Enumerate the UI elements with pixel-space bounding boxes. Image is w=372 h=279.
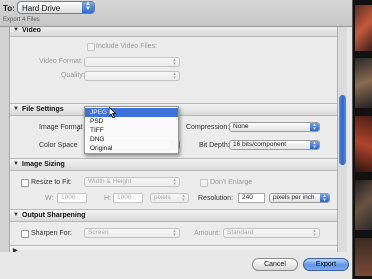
bit-depth-value: 16 bits/component [233,141,287,148]
resolution-field[interactable]: 240 [238,193,265,203]
bit-depth-select[interactable]: 16 bits/component ▴ ▾ [229,140,320,150]
include-video-label: Include Video Files: [96,43,157,50]
amount-select[interactable]: Standard ▴ ▾ [223,228,320,238]
color-space-label: Color Space [39,142,78,149]
bit-depth-label: Bit Depth: [199,142,230,149]
menu-item-label: PSD [90,118,104,125]
sharpen-for-label: Sharpen For: [31,230,72,237]
chevron-updown-icon: ▴▾ [313,228,316,238]
photo-thumbnail [355,180,372,230]
include-video-checkbox[interactable] [87,43,95,51]
compression-select[interactable]: None ▴ ▾ [229,122,320,132]
destination-select[interactable]: Hard Drive ▲ ▼ [17,1,95,14]
quality-select[interactable]: ▴ ▾ [84,71,180,81]
photo-thumbnail [355,116,372,172]
resolution-unit-select[interactable]: pixels per inch ▴ ▾ [269,193,330,203]
menu-item-label: DNG [90,136,105,143]
height-field[interactable]: 1000 [113,193,143,203]
disclosure-triangle-icon: ▼ [13,106,19,112]
dont-enlarge-label: Don't Enlarge [210,179,253,186]
output-sharpening-section-title: Output Sharpening [22,212,86,219]
dont-enlarge-checkbox[interactable] [200,179,208,187]
size-unit-value: pixels [154,194,171,201]
menu-item-jpeg[interactable]: JPEG [85,108,178,117]
menu-item-label: Original [90,145,113,152]
resolution-unit-value: pixels per inch [273,194,315,201]
size-unit-select[interactable]: pixels ▴ ▾ [150,193,189,203]
compression-value: None [233,123,249,130]
output-sharpening-section-header[interactable]: ▼ Output Sharpening [10,209,337,222]
compression-label: Compression: [186,124,230,131]
scrollbar-thumb[interactable] [339,95,346,165]
image-sizing-section-header[interactable]: ▼ Image Sizing [10,158,337,171]
chevron-updown-icon: ▴▾ [182,193,185,203]
disclosure-triangle-icon: ▼ [13,27,19,33]
sharpen-for-select[interactable]: Screen ▴ ▾ [84,228,180,238]
menu-item-original[interactable]: Original [85,144,178,153]
video-section-header[interactable]: ▼ Video [10,27,337,37]
chevron-updown-icon: ▴▾ [173,71,176,81]
to-label: To: [3,4,15,13]
video-format-select[interactable]: ▴ ▾ [84,57,180,67]
export-header: To: Hard Drive ▲ ▼ Export 4 Files [0,0,352,27]
sharpen-for-value: Screen [88,229,109,236]
export-dialog: To: Hard Drive ▲ ▼ Export 4 Files ▼ Video… [0,0,353,279]
amount-value: Standard [227,229,254,236]
cancel-button[interactable]: Cancel [252,258,298,271]
chevron-updown-icon: ▴▾ [173,177,176,187]
resize-mode-value: Width & Height [88,178,132,185]
photo-thumbnail [355,238,372,276]
settings-scrollbar[interactable] [337,27,347,252]
disclosure-triangle-icon: ▼ [13,212,19,218]
resize-to-fit-label: Resize to Fit: [31,179,72,186]
photo-thumbnail [355,58,372,108]
disclosure-triangle-icon: ▼ [13,161,19,167]
amount-label: Amount: [194,230,221,237]
chevron-updown-icon: ▴▾ [173,57,176,67]
menu-item-psd[interactable]: PSD [85,117,178,126]
menu-item-dng[interactable]: DNG [85,135,178,144]
resize-to-fit-checkbox[interactable] [21,179,29,187]
menu-item-label: TIFF [90,127,104,134]
video-section-title: Video [22,27,41,34]
video-format-label: Video Format: [39,58,83,65]
width-label: W: [45,195,54,202]
image-format-menu: JPEG PSD ✓ TIFF DNG Original [76,106,179,154]
image-sizing-section-title: Image Sizing [22,161,65,168]
chevron-updown-icon: ▴▾ [173,228,176,238]
sharpen-for-checkbox[interactable] [21,230,29,238]
chevron-updown-icon: ▲ ▼ [82,1,94,13]
chevron-updown-icon: ▴▾ [310,141,319,149]
export-button[interactable]: Export [303,258,349,271]
menu-item-label: JPEG [90,109,107,116]
quality-label: Quality: [61,72,85,79]
checkmark-icon: ✓ [76,127,82,134]
file-settings-section-title: File Settings [22,106,64,113]
destination-value: Hard Drive [22,4,61,13]
resolution-label: Resolution: [198,195,234,202]
preset-panel [0,27,10,252]
height-label: H: [104,195,111,202]
width-field[interactable]: 1000 [57,193,87,203]
background-photo-strip [353,0,372,279]
disclosure-triangle-icon: ▶ [13,248,18,252]
next-section-header[interactable]: ▶ [10,245,337,252]
export-count: Export 4 Files [3,17,40,23]
chevron-updown-icon: ▴▾ [310,123,319,131]
resize-mode-select[interactable]: Width & Height ▴ ▾ [84,177,180,187]
menu-item-tiff[interactable]: ✓ TIFF [76,126,178,135]
photo-thumbnail [355,5,372,51]
chevron-updown-icon: ▴▾ [320,194,329,202]
mouse-pointer-icon [109,107,117,118]
